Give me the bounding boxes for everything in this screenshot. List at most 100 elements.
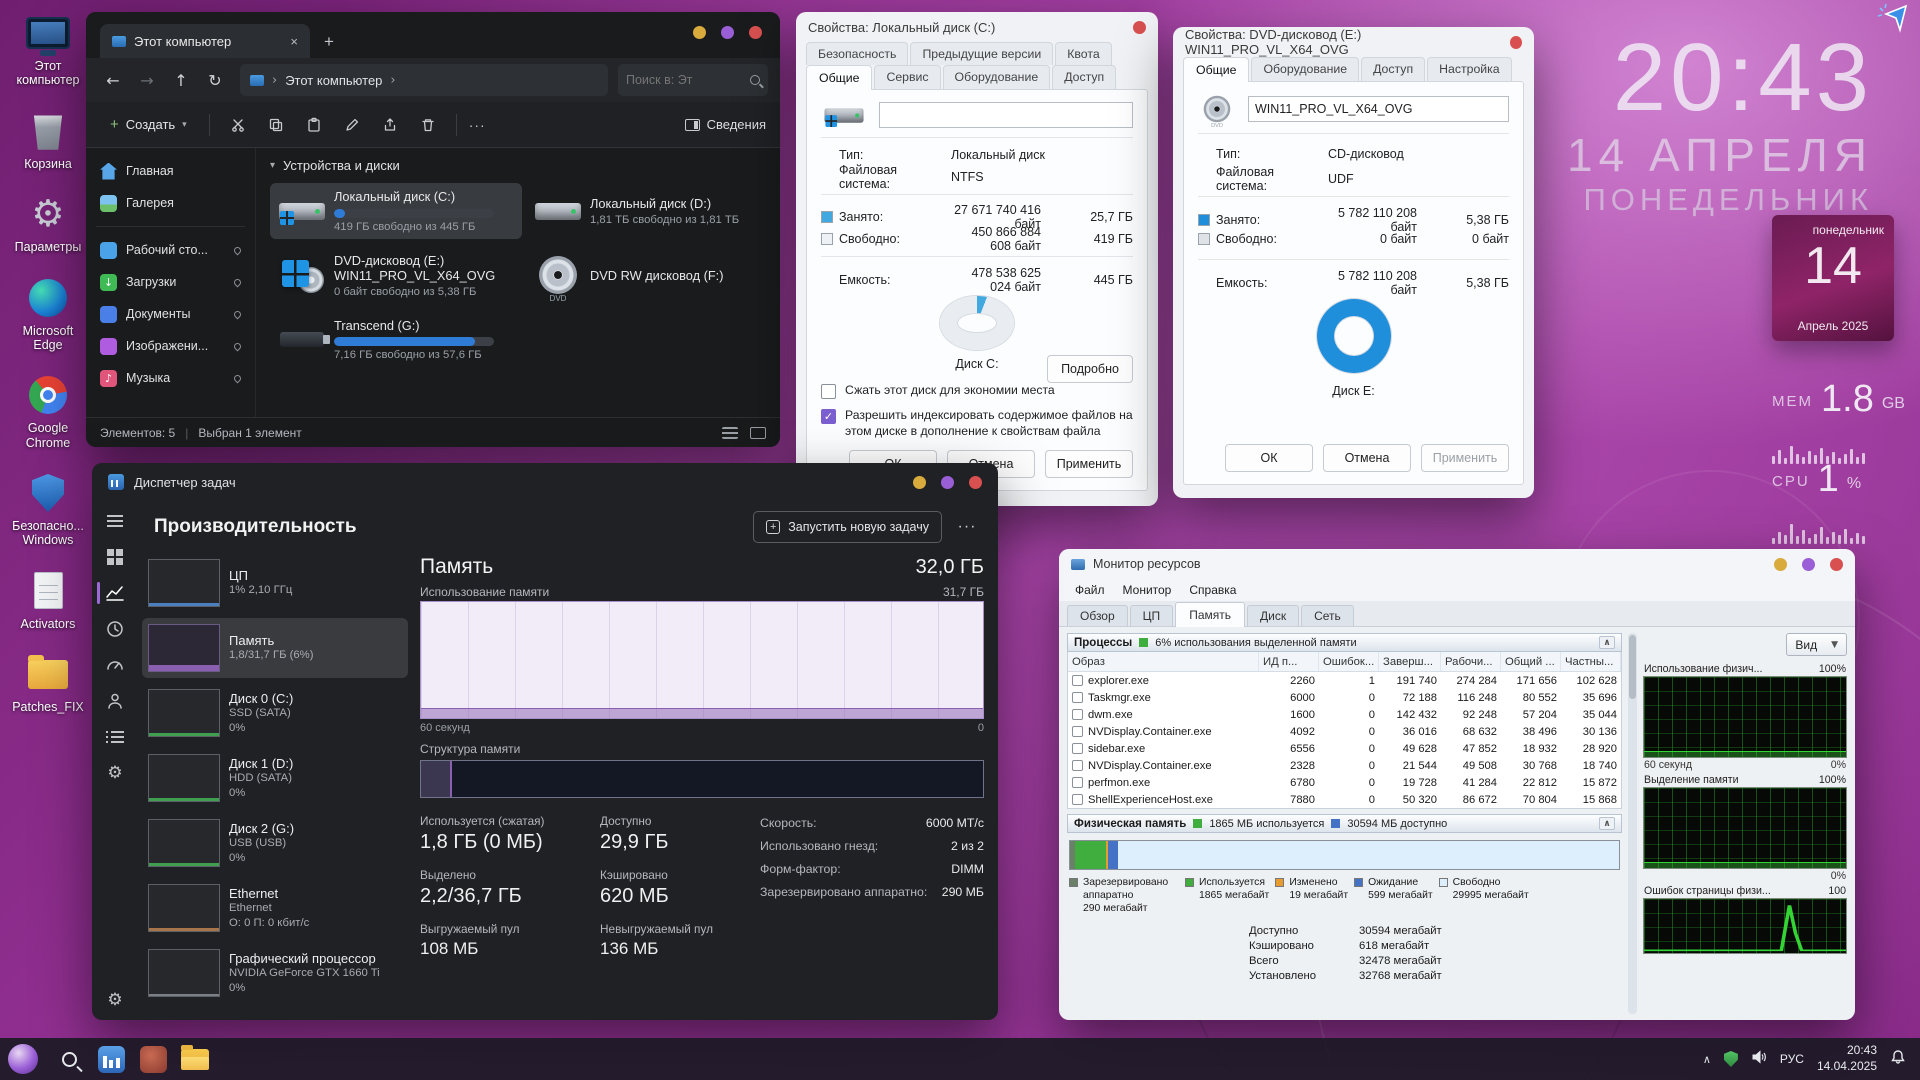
menu-monitor[interactable]: Монитор <box>1115 581 1180 599</box>
tab-quota[interactable]: Квота <box>1055 42 1111 65</box>
volume-label-input[interactable] <box>879 102 1133 128</box>
taskbar-task-manager[interactable] <box>94 1042 128 1076</box>
minimize-button[interactable] <box>1774 558 1787 571</box>
close-button[interactable] <box>1830 558 1843 571</box>
paste-button[interactable] <box>298 109 330 141</box>
sidebar-item-music[interactable]: Музыка <box>92 363 249 393</box>
menu-icon[interactable] <box>105 511 125 531</box>
desktop-icon-edge[interactable]: Microsoft Edge <box>6 277 90 353</box>
up-button[interactable]: ↑ <box>166 65 196 95</box>
search-input[interactable] <box>626 73 744 87</box>
process-checkbox[interactable] <box>1072 709 1083 720</box>
drive-item[interactable]: DVD-дисковод (E:) WIN11_PRO_VL_X64_OVG 0… <box>270 247 522 304</box>
tab-close-icon[interactable]: × <box>290 34 298 49</box>
tray-security-icon[interactable] <box>1724 1051 1738 1067</box>
memory-section-header[interactable]: Физическая память 1865 МБ используется 3… <box>1067 814 1622 833</box>
process-checkbox[interactable] <box>1072 743 1083 754</box>
section-devices[interactable]: ▾ Устройства и диски <box>270 158 774 173</box>
maximize-button[interactable] <box>721 26 734 39</box>
sidebar-item-documents[interactable]: Документы <box>92 299 249 329</box>
taskman-titlebar[interactable]: Диспетчер задач <box>92 463 998 501</box>
tab-security[interactable]: Безопасность <box>806 42 908 65</box>
forward-button[interactable]: → <box>132 65 162 95</box>
menu-help[interactable]: Справка <box>1181 581 1244 599</box>
properties-e-titlebar[interactable]: Свойства: DVD-дисковод (E:) WIN11_PRO_VL… <box>1173 27 1534 57</box>
resmon-tab-Память[interactable]: Память <box>1175 602 1245 627</box>
column-header[interactable]: Ошибок... <box>1319 652 1379 671</box>
tab-general[interactable]: Общие <box>806 65 872 90</box>
volume-label-input[interactable] <box>1248 96 1509 122</box>
maximize-button[interactable] <box>1802 558 1815 571</box>
desktop-icon-recycle-bin[interactable]: Корзина <box>6 110 90 171</box>
services-icon[interactable] <box>105 763 125 783</box>
ok-button[interactable]: ОК <box>1225 444 1313 472</box>
resmon-tab-Обзор[interactable]: Обзор <box>1067 605 1128 626</box>
explorer-titlebar[interactable]: Этот компьютер × + <box>86 12 780 58</box>
back-button[interactable]: ← <box>98 65 128 95</box>
desktop-icon-activators[interactable]: Activators <box>6 570 90 631</box>
performance-icon[interactable] <box>105 583 125 603</box>
index-checkbox-row[interactable]: ✓ Разрешить индексировать содержимое фай… <box>821 408 1133 440</box>
process-row[interactable]: perfmon.exe6780019 72841 28422 81215 872 <box>1068 774 1621 791</box>
taskbar-file-explorer[interactable] <box>178 1042 212 1076</box>
process-row[interactable]: Taskmgr.exe6000072 188116 24880 55235 69… <box>1068 689 1621 706</box>
sidebar-item-pictures[interactable]: Изображени... <box>92 331 249 361</box>
processes-icon[interactable] <box>105 547 125 567</box>
perf-item-mem[interactable]: Память 1,8/31,7 ГБ (6%) <box>142 618 408 678</box>
drive-item[interactable]: Transcend (G:) 7,16 ГБ свободно из 57,6 … <box>270 312 522 368</box>
process-row[interactable]: NVDisplay.Container.exe4092036 01668 632… <box>1068 723 1621 740</box>
cut-button[interactable] <box>222 109 254 141</box>
drive-item[interactable]: Локальный диск (D:) 1,81 ТБ свободно из … <box>526 183 778 239</box>
resmon-tab-ЦП[interactable]: ЦП <box>1130 605 1174 626</box>
resmon-tab-Диск[interactable]: Диск <box>1247 605 1299 626</box>
column-header[interactable]: Рабочи... <box>1441 652 1501 671</box>
copy-button[interactable] <box>260 109 292 141</box>
menu-file[interactable]: Файл <box>1067 581 1113 599</box>
column-header[interactable]: Частны... <box>1561 652 1621 671</box>
process-row[interactable]: explorer.exe22601191 740274 284171 65610… <box>1068 672 1621 689</box>
refresh-button[interactable]: ↻ <box>200 65 230 95</box>
run-new-task-button[interactable]: + Запустить новую задачу <box>753 511 942 543</box>
sidebar-item-downloads[interactable]: Загрузки <box>92 267 249 297</box>
thumbnail-view-icon[interactable] <box>750 427 766 439</box>
compress-checkbox[interactable] <box>821 384 836 399</box>
more-options-button[interactable]: ··· <box>952 518 982 536</box>
desktop-icon-windows-security[interactable]: Безопасно... Windows <box>6 472 90 548</box>
process-checkbox[interactable] <box>1072 692 1083 703</box>
process-row[interactable]: NVDisplay.Container.exe2328021 54449 508… <box>1068 757 1621 774</box>
process-checkbox[interactable] <box>1072 726 1083 737</box>
search-box[interactable] <box>618 64 768 96</box>
new-button[interactable]: + Создать ▾ <box>100 110 197 139</box>
close-button[interactable] <box>1510 36 1522 49</box>
desktop-icon-chrome[interactable]: Google Chrome <box>6 374 90 450</box>
sidebar-item-home[interactable]: Главная <box>92 156 249 186</box>
list-view-icon[interactable] <box>722 427 738 439</box>
sidebar-item-desktop[interactable]: Рабочий сто... <box>92 235 249 265</box>
column-header[interactable]: Общий ... <box>1501 652 1561 671</box>
cancel-button[interactable]: Отмена <box>1323 444 1411 472</box>
start-button[interactable] <box>8 1044 38 1074</box>
scrollbar[interactable] <box>1628 633 1637 1014</box>
details-button[interactable]: Подробно <box>1047 355 1133 383</box>
process-checkbox[interactable] <box>1072 777 1083 788</box>
index-checkbox[interactable]: ✓ <box>821 409 836 424</box>
perf-item-eth[interactable]: Ethernet Ethernet О: 0 П: 0 кбит/с <box>142 878 408 938</box>
minimize-button[interactable] <box>913 476 926 489</box>
taskbar-app-red[interactable] <box>136 1042 170 1076</box>
drive-item[interactable]: Локальный диск (C:) 419 ГБ свободно из 4… <box>270 183 522 239</box>
language-indicator[interactable]: РУС <box>1780 1052 1804 1066</box>
processes-section-header[interactable]: Процессы 6% использования выделенной пам… <box>1067 633 1622 652</box>
apply-button[interactable]: Применить <box>1421 444 1509 472</box>
startup-apps-icon[interactable] <box>105 655 125 675</box>
delete-button[interactable] <box>412 109 444 141</box>
taskbar-clock[interactable]: 20:43 14.04.2025 <box>1817 1043 1877 1074</box>
desktop-icon-settings[interactable]: Параметры <box>6 193 90 254</box>
process-checkbox[interactable] <box>1072 675 1083 686</box>
tab-tools[interactable]: Сервис <box>874 65 940 89</box>
apply-button[interactable]: Применить <box>1045 450 1133 478</box>
perf-item-disk2[interactable]: Диск 2 (G:) USB (USB) 0% <box>142 813 408 873</box>
process-row[interactable]: dwm.exe16000142 43292 24857 20435 044 <box>1068 706 1621 723</box>
taskbar-search-button[interactable] <box>52 1042 86 1076</box>
address-bar[interactable]: › Этот компьютер › <box>240 64 608 96</box>
view-dropdown[interactable]: Вид ▼ <box>1786 633 1847 656</box>
